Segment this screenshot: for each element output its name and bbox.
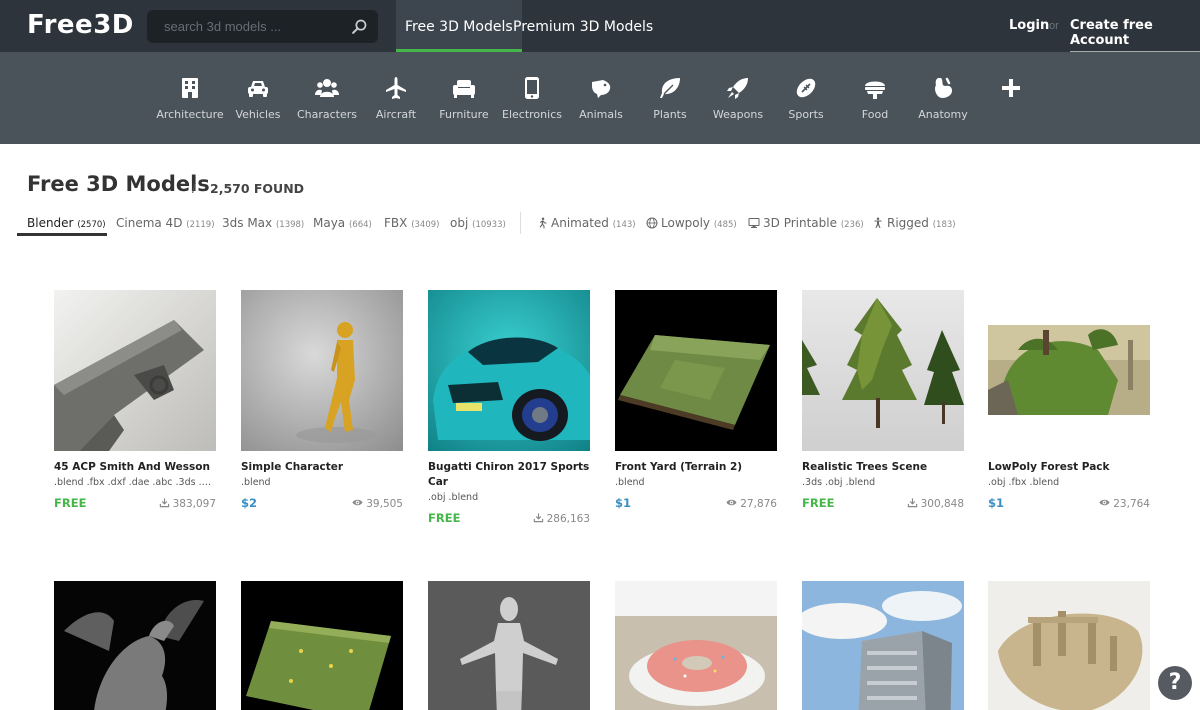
model-price: $1 (988, 496, 1005, 510)
model-thumbnail[interactable] (802, 581, 964, 710)
or-text: or (1049, 20, 1059, 32)
model-title[interactable]: Front Yard (Terrain 2) (615, 460, 777, 475)
model-price: FREE (802, 496, 835, 510)
model-downloads: 383,097 (159, 497, 216, 510)
football-icon (796, 78, 816, 98)
results-count: 2,570 FOUND (210, 181, 305, 196)
top-bar: Free3D Free 3D Models Premium 3D Models … (0, 0, 1200, 52)
car-icon (248, 81, 268, 97)
paw-icon (592, 80, 611, 98)
model-formats: .blend (241, 477, 271, 488)
filter-cinema-4d[interactable]: Cinema 4D (2119) (116, 216, 215, 230)
model-views: 27,876 (726, 497, 777, 510)
model-thumbnail[interactable] (241, 290, 403, 451)
building-icon (182, 78, 198, 98)
filter-lowpoly[interactable]: Lowpoly (485) (646, 216, 737, 230)
model-card[interactable] (615, 581, 777, 710)
model-title[interactable]: Realistic Trees Scene (802, 460, 964, 475)
users-icon (315, 79, 339, 97)
eye-icon (1099, 499, 1110, 506)
model-views: 39,505 (352, 497, 403, 510)
page-title: Free 3D Models (27, 172, 210, 196)
filter-3d-printable[interactable]: 3D Printable (236) (748, 216, 864, 230)
model-price: $2 (241, 496, 258, 510)
rigged-icon (874, 217, 882, 228)
model-card[interactable] (802, 581, 964, 710)
filter-maya[interactable]: Maya (664) (313, 216, 372, 230)
plane-icon (386, 77, 406, 99)
category-sports[interactable]: Sports (766, 52, 846, 144)
couch-icon (453, 80, 475, 98)
anatomy-icon (935, 77, 953, 98)
active-filter-underline (17, 233, 107, 236)
create-account-link[interactable]: Create free Account (1070, 18, 1200, 52)
rocket-icon (727, 78, 748, 99)
plus-icon (1002, 79, 1020, 97)
model-card[interactable] (988, 581, 1150, 710)
nav-free-3d-models[interactable]: Free 3D Models (396, 0, 522, 52)
model-thumbnail[interactable] (988, 581, 1150, 710)
model-thumbnail[interactable] (615, 290, 777, 451)
model-formats: .obj .fbx .blend (988, 477, 1060, 488)
login-link[interactable]: Login (1009, 18, 1049, 33)
model-formats: .blend .fbx .dxf .dae .abc .3ds .x3... (54, 477, 216, 488)
model-downloads: 286,163 (533, 512, 590, 525)
search-box (147, 10, 378, 43)
filter-fbx[interactable]: FBX (3409) (384, 216, 439, 230)
download-icon (533, 513, 543, 523)
leaf-icon (660, 78, 680, 98)
model-thumbnail[interactable] (54, 290, 216, 451)
model-price: FREE (54, 496, 87, 510)
filter-3ds-max[interactable]: 3ds Max (1398) (222, 216, 304, 230)
help-button[interactable]: ? (1158, 666, 1192, 700)
search-icon[interactable] (351, 18, 368, 35)
filter-blender[interactable]: Blender (2570) (27, 216, 106, 230)
model-formats: .obj .blend (428, 492, 479, 503)
eye-icon (726, 499, 737, 506)
model-thumbnail[interactable] (428, 581, 590, 710)
model-thumbnail[interactable] (54, 581, 216, 710)
category-animals[interactable]: Animals (561, 52, 641, 144)
model-card[interactable] (54, 581, 216, 710)
filter-rigged[interactable]: Rigged (183) (872, 216, 956, 230)
site-logo[interactable]: Free3D (27, 10, 134, 40)
model-title[interactable]: Simple Character (241, 460, 403, 475)
model-card[interactable] (428, 581, 590, 710)
model-thumbnail[interactable] (241, 581, 403, 710)
download-icon (159, 498, 169, 508)
model-title[interactable]: Bugatti Chiron 2017 Sports Car (428, 460, 590, 490)
filter-obj[interactable]: obj (10933) (450, 216, 506, 230)
model-thumbnail[interactable] (428, 290, 590, 451)
category-more[interactable] (971, 52, 1051, 144)
model-formats: .3ds .obj .blend (802, 477, 876, 488)
category-bar: Architecture Vehicles Characters Aircraf… (0, 52, 1200, 144)
title-separator: / (192, 180, 196, 196)
filter-divider (520, 212, 521, 234)
running-icon (539, 217, 547, 229)
filter-animated[interactable]: Animated (143) (536, 216, 636, 230)
category-electronics[interactable]: Electronics (492, 52, 572, 144)
eye-icon (352, 499, 363, 506)
search-input[interactable] (147, 10, 347, 43)
category-vehicles[interactable]: Vehicles (218, 52, 298, 144)
phone-icon (525, 77, 539, 99)
monitor-icon (748, 218, 760, 228)
model-thumbnail[interactable] (988, 290, 1150, 451)
model-formats: .blend (615, 477, 645, 488)
nav-premium-3d-models[interactable]: Premium 3D Models (504, 0, 662, 52)
download-icon (907, 498, 917, 508)
model-card[interactable] (241, 581, 403, 710)
model-title[interactable]: LowPoly Forest Pack (988, 460, 1150, 475)
model-thumbnail[interactable] (615, 581, 777, 710)
model-downloads: 300,848 (907, 497, 964, 510)
model-thumbnail[interactable] (802, 290, 964, 451)
category-characters[interactable]: Characters (287, 52, 367, 144)
model-views: 23,764 (1099, 497, 1150, 510)
model-title[interactable]: 45 ACP Smith And Wesson (54, 460, 216, 475)
model-price: $1 (615, 496, 632, 510)
model-price: FREE (428, 511, 461, 525)
globe-icon (646, 217, 658, 229)
food-icon (865, 81, 885, 99)
